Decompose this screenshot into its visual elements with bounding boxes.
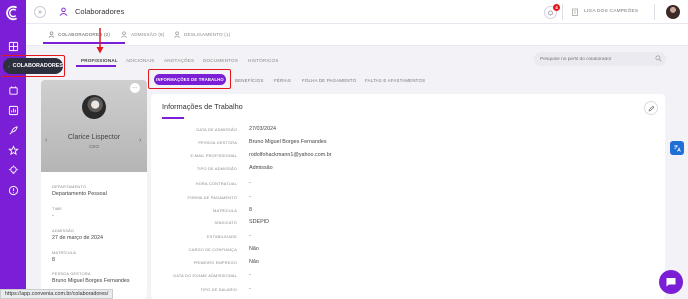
home-icon[interactable]	[7, 40, 19, 52]
field-label: TIME	[52, 206, 63, 211]
edit-button[interactable]	[644, 101, 658, 115]
collapse-sidebar-button[interactable]: »	[34, 6, 46, 18]
row-label: PRIMEIRO EMPREGO	[193, 260, 237, 265]
pencil-icon	[648, 105, 655, 112]
panel-title: Informações de Trabalho	[162, 102, 243, 111]
highlight-box	[1, 55, 65, 77]
tab-folha-pagamento[interactable]: FOLHA DE PAGAMENTO	[302, 78, 356, 83]
user-icon	[59, 7, 68, 16]
bell-icon	[548, 10, 553, 16]
row-label: DATA DE ADMISSÃO	[196, 127, 237, 132]
user-icon	[48, 31, 55, 38]
user-avatar[interactable]	[666, 5, 680, 19]
field-label: DEPARTAMENTO	[52, 184, 87, 189]
lightbulb-icon[interactable]	[7, 164, 19, 176]
row-label: PESSOA GESTORA	[198, 140, 237, 145]
rocket-icon[interactable]	[7, 124, 19, 136]
row-value: rodolfohackmann1@yahoo.com.br	[249, 152, 332, 158]
convenia-logo-icon[interactable]	[4, 4, 22, 22]
field-label: ADMISSÃO	[52, 228, 75, 233]
search-icon[interactable]	[655, 55, 662, 62]
tab-informacoes-trabalho[interactable]: INFORMAÇÕES DE TRABALHO	[154, 74, 226, 85]
tab-desligamento[interactable]: DESLIGAMENTO (1)	[174, 31, 231, 38]
field-value: Bruno Miguel Borges Fernandes	[52, 278, 130, 284]
search-input[interactable]	[534, 52, 666, 66]
tab-beneficios[interactable]: BENEFÍCIOS	[235, 78, 264, 83]
row-value: -	[249, 286, 251, 292]
row-value: -	[249, 233, 251, 239]
company-selector[interactable]: LIGA DOS CAMPEÕES	[584, 9, 638, 14]
field-value: Departamento Pessoal	[52, 191, 107, 197]
profile-role: CEO	[89, 144, 99, 149]
row-value: Admissão	[249, 165, 273, 171]
row-value: Bruno Miguel Borges Fernandes	[249, 139, 327, 145]
row-label: E-MAIL PROFISSIONAL	[190, 153, 237, 158]
chat-icon	[666, 278, 676, 287]
work-info-panel: Informações de Trabalho DATA DE ADMISSÃO…	[151, 94, 665, 299]
row-value: Não	[249, 246, 259, 252]
help-icon[interactable]	[7, 184, 19, 196]
row-label: ESTABILIDADE	[206, 234, 237, 239]
header: » Colaboradores 4 LIGA DOS CAMPEÕES	[26, 0, 688, 24]
row-label: MATRÍCULA	[213, 208, 237, 213]
top-tabs: COLABORADORES (2) ADMISSÃO (8) DESLIGAME…	[26, 24, 688, 46]
more-icon: ···	[132, 85, 138, 91]
row-label: DATA DO EXAME ADMISSIONAL	[173, 273, 237, 278]
tab-ferias[interactable]: FÉRIAS	[274, 78, 291, 83]
subtab-adicionais[interactable]: ADICIONAIS	[126, 58, 155, 63]
row-value: Não	[249, 259, 259, 265]
row-label: CARGO DE CONFIANÇA	[188, 247, 237, 252]
title-accent	[162, 117, 184, 119]
row-label: HORA CONTRATUAL	[195, 181, 237, 186]
field-label: MATRÍCULA	[52, 250, 76, 255]
divider	[654, 4, 655, 20]
field-value: 27 de março de 2024	[52, 235, 103, 241]
tab-faltas-afastamentos[interactable]: FALTAS E AFASTAMENTOS	[365, 78, 425, 83]
field-label: PESSOA GESTORA	[52, 271, 91, 276]
tab-admissao[interactable]: ADMISSÃO (8)	[121, 31, 165, 38]
sidebar	[0, 0, 26, 299]
row-label: FORMA DE PAGAMENTO	[187, 195, 237, 200]
subtab-profissional[interactable]: PROFISSIONAL	[81, 58, 118, 63]
row-value: -	[249, 180, 251, 186]
row-value: 27/03/2024	[249, 126, 276, 132]
row-label: SINDICATO	[214, 220, 237, 225]
translate-icon	[674, 145, 681, 152]
row-value: 8	[249, 207, 252, 213]
more-options-button[interactable]: ···	[130, 83, 140, 93]
translate-button[interactable]	[670, 141, 684, 155]
notification-badge: 4	[553, 4, 560, 11]
subtab-historicos[interactable]: HISTÓRICOS	[248, 58, 279, 63]
row-label: TIPO DE ADMISSÃO	[196, 166, 237, 171]
building-icon	[572, 8, 578, 16]
profile-banner	[41, 80, 147, 172]
field-value: -	[52, 213, 54, 219]
subtab-documentos[interactable]: DOCUMENTOS	[203, 58, 238, 63]
field-value: 8	[52, 257, 55, 263]
building-icon[interactable]	[7, 84, 19, 96]
row-value: -	[249, 194, 251, 200]
row-value: -	[249, 272, 251, 278]
row-label: TIPO DE SALÁRIO	[200, 287, 237, 292]
star-icon[interactable]	[7, 144, 19, 156]
chat-button[interactable]	[659, 270, 683, 294]
status-bar-url: https://app.convenia.com.br/colaboradore…	[0, 289, 114, 299]
active-tab-indicator	[43, 42, 125, 44]
chevron-right-icon: »	[38, 8, 42, 16]
active-subtab-indicator	[76, 65, 116, 67]
subtab-anotacoes[interactable]: ANOTAÇÕES	[164, 58, 194, 63]
divider	[562, 4, 563, 20]
profile-name: Clarice Lispector	[67, 134, 121, 141]
notifications-button[interactable]: 4	[544, 4, 560, 19]
row-value: SDEPID	[249, 219, 270, 225]
page-title: Colaboradores	[75, 7, 125, 16]
profile-photo	[82, 95, 106, 119]
arrow-down-icon	[96, 28, 104, 54]
user-remove-icon	[174, 31, 180, 38]
dashboard-icon[interactable]	[7, 104, 19, 116]
profile-card: ··· ‹ › Clarice Lispector CEO DEPARTAMEN…	[41, 80, 147, 299]
user-add-icon	[121, 31, 127, 38]
